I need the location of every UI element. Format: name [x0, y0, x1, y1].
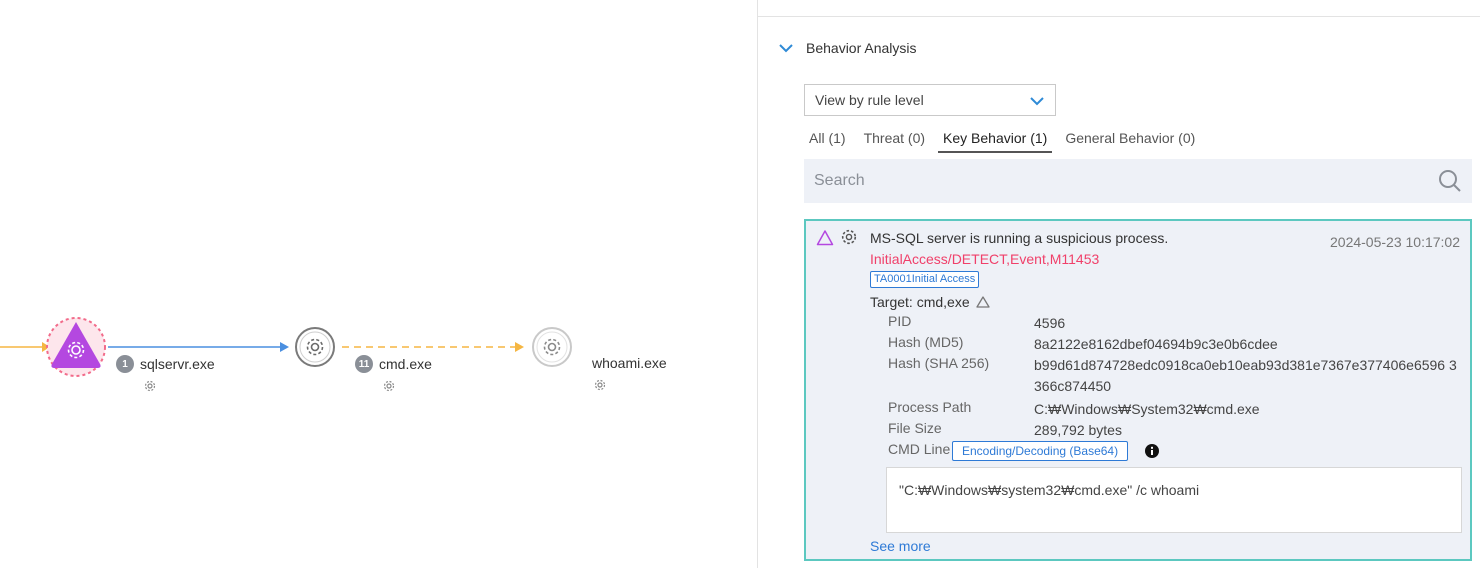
- detail-key-pid: PID: [888, 313, 912, 329]
- search-bar: [804, 159, 1472, 203]
- detail-key-sha256: Hash (SHA 256): [888, 355, 990, 371]
- detail-key-md5: Hash (MD5): [888, 334, 964, 350]
- node-sqlservr[interactable]: [46, 317, 106, 377]
- chevron-down-icon: [1030, 97, 1044, 106]
- node-whoami[interactable]: [532, 327, 572, 367]
- behavior-title: MS-SQL server is running a suspicious pr…: [870, 230, 1169, 246]
- detail-value-file-size: 289,792 bytes: [1034, 422, 1122, 438]
- section-title: Behavior Analysis: [806, 40, 917, 56]
- divider: [758, 16, 1480, 17]
- detail-value-md5: 8a2122e8162dbef04694b9c3e0b6cdee: [1034, 336, 1278, 352]
- rule-name: InitialAccess/DETECT,Event,M11453: [870, 251, 1100, 267]
- collapse-triangle-icon[interactable]: [975, 295, 991, 309]
- edge-sqlservr-cmd-arrow: [280, 342, 289, 352]
- behavior-analysis-header[interactable]: Behavior Analysis: [778, 40, 917, 56]
- see-more-link[interactable]: See more: [870, 538, 931, 554]
- behavior-tabs: All (1) Threat (0) Key Behavior (1) Gene…: [804, 128, 1208, 153]
- process-graph[interactable]: 1 sqlservr.exe 11 cmd.exe whoami.exe: [0, 0, 757, 568]
- tab-key-behavior[interactable]: Key Behavior (1): [938, 128, 1053, 153]
- search-icon[interactable]: [1438, 169, 1462, 193]
- detail-key-process-path: Process Path: [888, 399, 972, 415]
- node-label-cmd[interactable]: 11 cmd.exe: [355, 355, 432, 373]
- select-value: View by rule level: [815, 92, 924, 108]
- small-gear-icon: [144, 380, 156, 392]
- edge-cmd-whoami-arrow: [515, 342, 524, 352]
- cmd-line-text[interactable]: "C:₩Windows₩system32₩cmd.exe" /c whoami: [886, 467, 1462, 533]
- view-level-select[interactable]: View by rule level: [804, 84, 1056, 116]
- tab-threat[interactable]: Threat (0): [859, 128, 930, 153]
- tactic-tag[interactable]: TA0001Initial Access: [870, 271, 980, 288]
- small-gear-icon: [383, 380, 395, 392]
- info-icon[interactable]: [1144, 443, 1160, 459]
- node-name: cmd.exe: [379, 356, 432, 372]
- node-name: whoami.exe: [592, 355, 667, 371]
- tab-general-behavior[interactable]: General Behavior (0): [1060, 128, 1200, 153]
- small-gear-icon: [594, 379, 606, 391]
- gear-icon: [841, 229, 857, 245]
- node-label-sqlservr[interactable]: 1 sqlservr.exe: [116, 355, 215, 373]
- encode-decode-button[interactable]: Encoding/Decoding (Base64): [952, 441, 1129, 461]
- target-row: Target: cmd,exe: [870, 294, 991, 310]
- detail-value-sha256: b99d61d874728edc0918ca0eb10eab93d381e736…: [1034, 357, 1457, 394]
- behavior-timestamp: 2024-05-23 10:17:02: [1330, 234, 1460, 250]
- detail-value-process-path: C:₩Windows₩System32₩cmd.exe: [1034, 401, 1260, 417]
- node-label-whoami[interactable]: whoami.exe: [592, 355, 667, 371]
- behavior-panel: Behavior Analysis View by rule level All…: [757, 0, 1480, 568]
- count-badge: 11: [355, 355, 373, 373]
- node-cmd[interactable]: [295, 327, 335, 367]
- detail-key-file-size: File Size: [888, 420, 942, 436]
- node-name: sqlservr.exe: [140, 356, 215, 372]
- cmd-line-label: CMD Line: [888, 441, 951, 457]
- chevron-down-icon: [779, 44, 793, 53]
- tab-all[interactable]: All (1): [804, 128, 851, 153]
- target-label: Target: cmd,exe: [870, 294, 970, 310]
- detail-value-pid: 4596: [1034, 315, 1066, 331]
- behavior-card[interactable]: MS-SQL server is running a suspicious pr…: [804, 219, 1472, 561]
- search-input[interactable]: [814, 172, 1414, 190]
- graph-canvas: [0, 317, 606, 392]
- threat-level-triangle-icon: [816, 230, 834, 246]
- count-badge: 1: [116, 355, 134, 373]
